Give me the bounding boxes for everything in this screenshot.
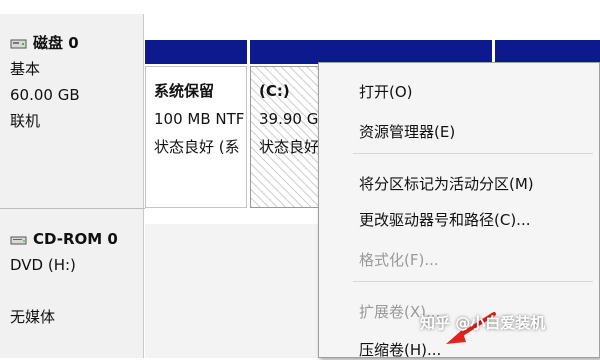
partition-bar-c xyxy=(250,40,492,64)
partition-bar-next xyxy=(495,40,600,64)
disk0-size: 60.00 GB xyxy=(10,86,80,104)
partition-system-reserved[interactable]: 系统保留 100 MB NTF 状态良好 (系 xyxy=(145,66,247,208)
disk0-title-row: 磁盘 0 xyxy=(10,30,80,56)
cdrom0-title: CD-ROM 0 xyxy=(33,230,118,248)
disk0-info[interactable]: 磁盘 0 基本 60.00 GB 联机 xyxy=(10,30,80,134)
menu-separator xyxy=(353,153,593,154)
menu-item-open[interactable]: 打开(O) xyxy=(359,81,413,102)
menu-separator xyxy=(353,281,593,282)
cdrom0-info[interactable]: CD-ROM 0 DVD (H:) 无媒体 xyxy=(10,226,118,330)
partition-size: 100 MB NTF xyxy=(154,110,245,128)
cdrom0-title-row: CD-ROM 0 xyxy=(10,226,118,252)
partition-status: 状态良好 xyxy=(259,138,319,156)
partition-name: 系统保留 xyxy=(154,82,215,100)
partition-name: (C:) xyxy=(259,82,290,100)
watermark: 知乎 @小白爱装机 xyxy=(420,314,546,332)
menu-item-format[interactable]: 格式化(F)... xyxy=(359,249,439,270)
disk0-status: 联机 xyxy=(10,112,41,130)
menu-item-change-drive-letter[interactable]: 更改驱动器号和路径(C)... xyxy=(359,209,530,230)
menu-item-explorer[interactable]: 资源管理器(E) xyxy=(359,121,455,142)
cdrom0-media: 无媒体 xyxy=(10,308,56,326)
hard-disk-icon xyxy=(10,39,27,48)
partition-size: 39.90 GE xyxy=(259,110,319,128)
top-frame xyxy=(0,0,600,14)
disk0-type: 基本 xyxy=(10,60,41,78)
menu-item-mark-active[interactable]: 将分区标记为活动分区(M) xyxy=(359,173,534,194)
menu-item-shrink-volume[interactable]: 压缩卷(H)... xyxy=(359,339,441,360)
cdrom0-drive: DVD (H:) xyxy=(10,256,76,274)
partition-bar-system-reserved xyxy=(145,40,247,64)
cd-drive-icon xyxy=(10,236,27,244)
disk0-title: 磁盘 0 xyxy=(33,34,79,52)
partition-status: 状态良好 (系 xyxy=(154,138,240,156)
disk-label-column: 磁盘 0 基本 60.00 GB 联机 CD-ROM 0 DVD (H:) 无媒… xyxy=(0,14,144,358)
